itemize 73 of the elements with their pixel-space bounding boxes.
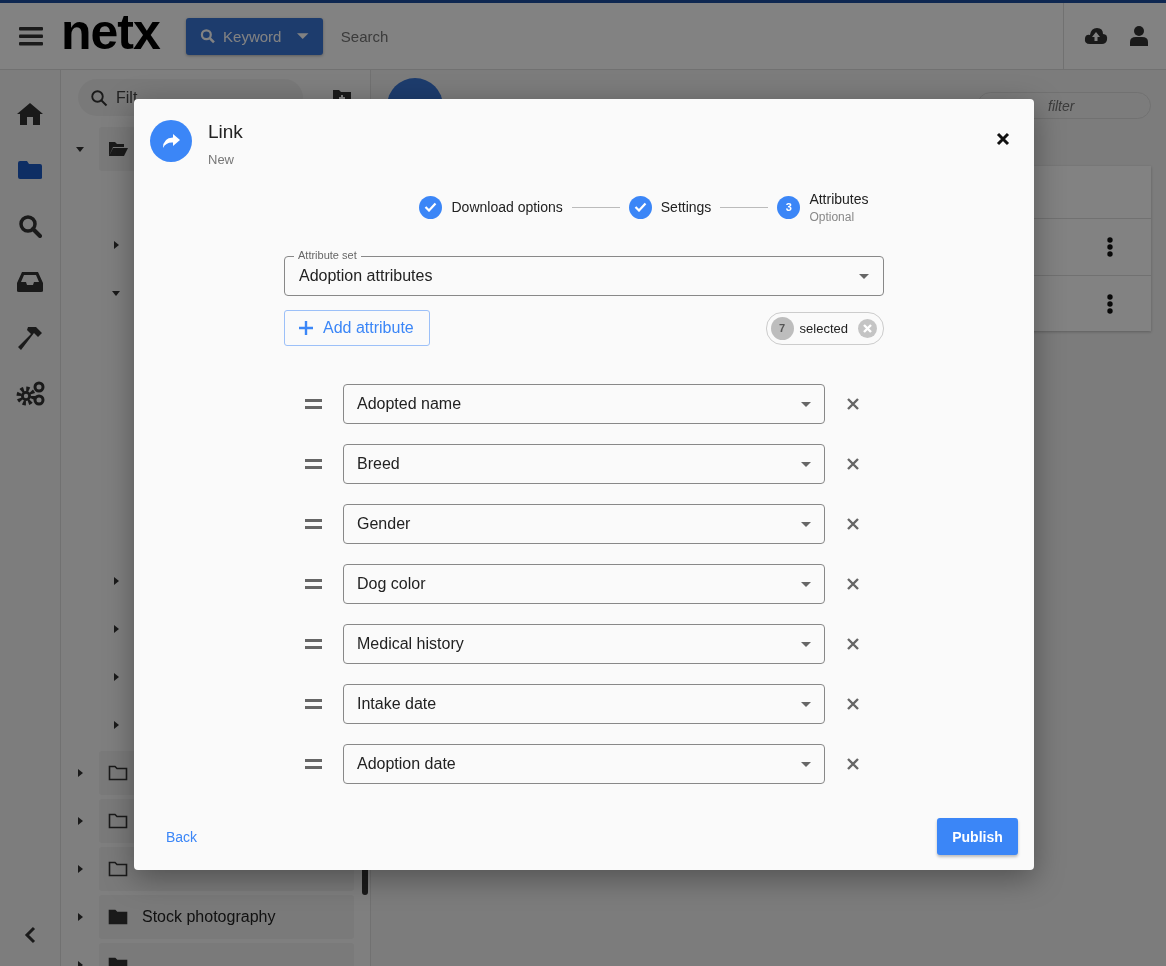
chip-label: selected (799, 320, 848, 336)
folder-row[interactable]: Stock photography (99, 895, 354, 939)
drag-handle-icon[interactable] (305, 639, 322, 649)
cloud-upload-icon[interactable] (1084, 27, 1108, 45)
caret-icon (801, 401, 811, 407)
folder-name: Stock photography (142, 908, 276, 926)
caret-icon[interactable] (75, 768, 85, 778)
remove-icon[interactable] (847, 518, 859, 530)
search-icon (199, 28, 216, 44)
search-icon (90, 89, 108, 107)
caret-icon (801, 581, 811, 587)
more-icon[interactable] (1107, 237, 1113, 257)
step-caption: Optional (809, 209, 856, 224)
step-label: Settings (660, 199, 712, 215)
folder-icon[interactable] (17, 160, 43, 180)
attribute-dropdown[interactable]: Medical history (343, 624, 825, 664)
attribute-dropdown[interactable]: Adopted name (343, 384, 825, 424)
drag-handle-icon[interactable] (305, 459, 322, 469)
drag-handle-icon[interactable] (305, 759, 322, 769)
caret-icon[interactable] (75, 864, 85, 874)
caret-icon[interactable] (111, 240, 121, 250)
attribute-dropdown[interactable]: Adoption date (343, 744, 825, 784)
share-icon (150, 120, 192, 162)
chevron-left-icon[interactable] (24, 926, 36, 944)
caret-icon (801, 761, 811, 767)
count-badge: 7 (770, 316, 794, 340)
dialog-subtitle: New (208, 152, 235, 167)
remove-icon[interactable] (847, 458, 859, 470)
attribute-dropdown[interactable]: Intake date (343, 684, 825, 724)
remove-icon[interactable] (847, 698, 859, 710)
remove-icon[interactable] (847, 578, 859, 590)
home-icon[interactable] (16, 102, 44, 126)
inbox-icon[interactable] (16, 271, 44, 293)
caret-icon (801, 641, 811, 647)
attribute-dropdown[interactable]: Dog color (343, 564, 825, 604)
drag-handle-icon[interactable] (305, 519, 322, 529)
caret-icon (801, 521, 811, 527)
step-label: Download options (451, 199, 563, 215)
close-button[interactable] (996, 132, 1010, 146)
more-icon[interactable] (1107, 294, 1113, 314)
drag-handle-icon[interactable] (305, 399, 322, 409)
hammer-icon[interactable] (16, 324, 44, 352)
caret-icon[interactable] (111, 288, 121, 298)
step-number: 3 (777, 195, 801, 219)
attribute-dropdown[interactable]: Breed (343, 444, 825, 484)
caret-icon[interactable] (111, 624, 121, 634)
remove-icon[interactable] (847, 398, 859, 410)
caret-icon[interactable] (75, 144, 85, 154)
menu-icon[interactable] (19, 26, 43, 46)
step-label: Attributes (809, 190, 869, 207)
caret-icon[interactable] (111, 720, 121, 730)
caret-icon (801, 461, 811, 467)
search-icon[interactable] (18, 214, 42, 238)
caret-icon[interactable] (111, 672, 121, 682)
publish-button[interactable]: Publish (937, 818, 1018, 855)
gears-icon[interactable] (15, 381, 45, 407)
remove-icon[interactable] (847, 758, 859, 770)
logo: netx (61, 7, 160, 57)
close-icon (996, 132, 1010, 146)
remove-icon[interactable] (847, 638, 859, 650)
drag-handle-icon[interactable] (305, 579, 322, 589)
caret-icon (297, 32, 309, 40)
user-icon[interactable] (1130, 26, 1148, 46)
plus-icon (299, 321, 313, 335)
attribute-dropdown[interactable]: Gender (343, 504, 825, 544)
caret-icon[interactable] (111, 576, 121, 586)
caret-icon (859, 273, 869, 279)
dialog-title: Link (208, 121, 243, 143)
caret-icon[interactable] (75, 816, 85, 826)
drag-handle-icon[interactable] (305, 699, 322, 709)
search-field[interactable]: Search (338, 26, 543, 46)
caret-icon (801, 701, 811, 707)
caret-icon[interactable] (75, 912, 85, 922)
